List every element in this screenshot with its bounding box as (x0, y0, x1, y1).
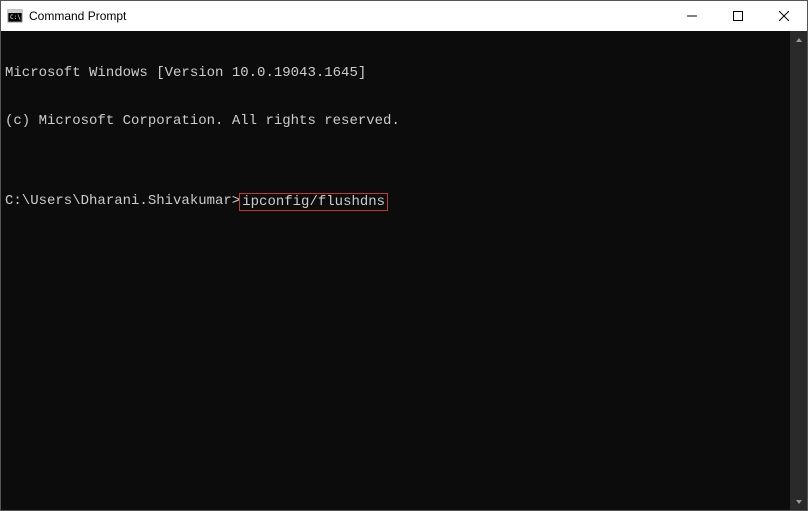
terminal[interactable]: Microsoft Windows [Version 10.0.19043.16… (1, 31, 790, 510)
terminal-output-line: (c) Microsoft Corporation. All rights re… (5, 113, 790, 129)
terminal-prompt-line: C:\Users\Dharani.Shivakumar>ipconfig/flu… (5, 193, 790, 211)
maximize-button[interactable] (715, 1, 761, 31)
minimize-button[interactable] (669, 1, 715, 31)
close-icon (779, 11, 789, 21)
app-icon: C:\ (7, 8, 23, 24)
terminal-command-highlight: ipconfig/flushdns (239, 193, 388, 211)
scroll-down-arrow-icon[interactable] (790, 493, 807, 510)
maximize-icon (733, 11, 743, 21)
titlebar[interactable]: C:\ Command Prompt (1, 1, 807, 31)
close-button[interactable] (761, 1, 807, 31)
terminal-prompt: C:\Users\Dharani.Shivakumar> (5, 193, 240, 211)
content-area: Microsoft Windows [Version 10.0.19043.16… (1, 31, 807, 510)
command-prompt-window: C:\ Command Prompt (0, 0, 808, 511)
minimize-icon (687, 11, 697, 21)
scroll-up-arrow-icon[interactable] (790, 31, 807, 48)
svg-text:C:\: C:\ (10, 14, 21, 21)
window-controls (669, 1, 807, 31)
vertical-scrollbar[interactable] (790, 31, 807, 510)
terminal-output-line: Microsoft Windows [Version 10.0.19043.16… (5, 65, 790, 81)
window-title: Command Prompt (29, 9, 669, 23)
